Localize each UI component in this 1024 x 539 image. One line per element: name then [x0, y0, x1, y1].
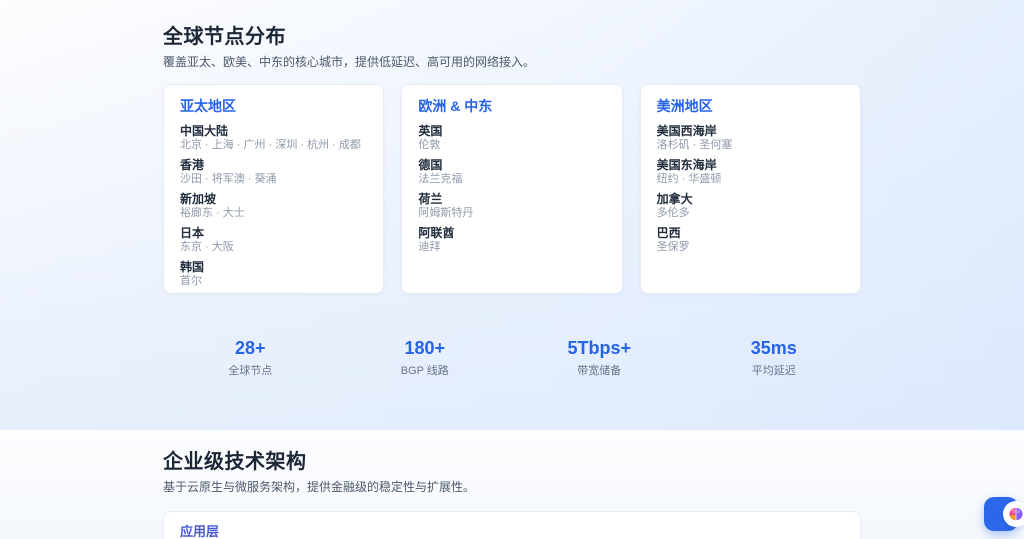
assistant-widget: [984, 497, 1024, 531]
region-card-title: 美洲地区: [656, 98, 713, 114]
node-country: 新加坡: [180, 192, 217, 206]
node-group: 加拿大 多伦多: [657, 192, 844, 220]
node-cities: 纽约 · 华盛顿: [656, 173, 722, 185]
architecture-section-subtitle: 基于云原生与微服务架构，提供金融级的稳定性与扩展性。: [163, 480, 476, 494]
node-country: 美国东海岸: [656, 158, 717, 172]
node-cities: 阿姆斯特丹: [418, 207, 474, 219]
node-group: 美国西海岸 洛杉矶 · 圣何塞: [657, 124, 844, 152]
node-cities: 洛杉矶 · 圣何塞: [656, 139, 733, 151]
stat-label: 平均延迟: [751, 365, 796, 377]
node-group: 美国东海岸 纽约 · 华盛顿: [657, 158, 844, 186]
region-card-asia-pacific: 亚太地区 中国大陆 北京 · 上海 · 广州 · 深圳 · 杭州 · 成都 香港…: [163, 84, 385, 294]
node-country: 美国西海岸: [656, 124, 717, 138]
region-card-americas: 美洲地区 美国西海岸 洛杉矶 · 圣何塞 美国东海岸 纽约 · 华盛顿 加拿大 …: [639, 84, 861, 294]
architecture-card: 应用层: [163, 511, 861, 539]
stat-value: 180+: [404, 338, 446, 358]
node-cities: 东京 · 大阪: [180, 241, 234, 253]
assistant-badge[interactable]: [1003, 501, 1024, 527]
node-country: 韩国: [180, 260, 205, 274]
node-cities: 裕廊东 · 大士: [180, 207, 245, 219]
nodes-section-subtitle: 覆盖亚太、欧美、中东的核心城市，提供低延迟、高可用的网络接入。: [163, 55, 536, 69]
stat-bandwidth: 5Tbps+ 带宽储备: [512, 338, 687, 377]
node-country: 阿联酋: [418, 226, 455, 240]
stat-label: 带宽储备: [577, 365, 622, 377]
node-country: 荷兰: [418, 192, 443, 206]
node-cities: 圣保罗: [656, 241, 690, 253]
stat-label: 全球节点: [228, 365, 273, 377]
node-group: 中国大陆 北京 · 上海 · 广州 · 深圳 · 杭州 · 成都: [180, 124, 367, 152]
region-card-europe-middle-east: 欧洲 & 中东 英国 伦敦 德国 法兰克福 荷兰 阿姆斯特丹 阿联酋 迪拜: [401, 84, 623, 294]
node-group: 英国 伦敦: [418, 124, 605, 152]
node-cities: 沙田 · 将军澳 · 葵涌: [180, 173, 277, 185]
architecture-section-title: 企业级技术架构: [163, 451, 307, 473]
node-group: 德国 法兰克福: [418, 158, 605, 186]
stats-row: 28+ 全球节点 180+ BGP 线路 5Tbps+ 带宽储备 35ms 平均…: [163, 338, 861, 377]
stat-latency: 35ms 平均延迟: [687, 338, 862, 377]
application-layer-label: 应用层: [180, 524, 220, 539]
node-cities: 北京 · 上海 · 广州 · 深圳 · 杭州 · 成都: [180, 139, 361, 151]
stat-global-nodes: 28+ 全球节点: [163, 338, 338, 377]
node-cities: 迪拜: [418, 241, 441, 253]
node-country: 加拿大: [656, 192, 693, 206]
node-cities: 多伦多: [656, 207, 690, 219]
node-country: 德国: [418, 158, 443, 172]
nodes-section-title: 全球节点分布: [163, 26, 286, 48]
node-group: 阿联酋 迪拜: [418, 226, 605, 254]
node-group: 荷兰 阿姆斯特丹: [418, 192, 605, 220]
node-group: 日本 东京 · 大阪: [180, 226, 367, 254]
node-group: 巴西 圣保罗: [657, 226, 844, 254]
node-country: 日本: [180, 226, 205, 240]
region-card-title: 欧洲 & 中东: [418, 98, 493, 114]
node-cities: 法兰克福: [418, 173, 463, 185]
region-card-title: 亚太地区: [180, 98, 236, 114]
node-cities: 首尔: [180, 275, 202, 287]
stat-bgp-lines: 180+ BGP 线路: [338, 338, 513, 377]
global-nodes-section: 全球节点分布 覆盖亚太、欧美、中东的核心城市，提供低延迟、高可用的网络接入。 亚…: [0, 0, 1024, 430]
node-country: 中国大陆: [180, 124, 229, 138]
node-group: 韩国 首尔: [180, 260, 367, 288]
brain-icon: [1008, 506, 1024, 522]
region-cards-row: 亚太地区 中国大陆 北京 · 上海 · 广州 · 深圳 · 杭州 · 成都 香港…: [163, 84, 861, 294]
node-group: 新加坡 裕廊东 · 大士: [180, 192, 367, 220]
node-cities: 伦敦: [418, 139, 441, 151]
stat-value: 5Tbps+: [567, 338, 632, 358]
stat-value: 28+: [234, 338, 266, 358]
node-group: 香港 沙田 · 将军澳 · 葵涌: [180, 158, 367, 186]
node-country: 巴西: [656, 226, 681, 240]
architecture-section: 企业级技术架构 基于云原生与微服务架构，提供金融级的稳定性与扩展性。 应用层: [0, 430, 1024, 539]
node-country: 英国: [418, 124, 443, 138]
stat-value: 35ms: [750, 338, 797, 358]
stat-label: BGP 线路: [400, 365, 449, 377]
node-country: 香港: [180, 158, 205, 172]
